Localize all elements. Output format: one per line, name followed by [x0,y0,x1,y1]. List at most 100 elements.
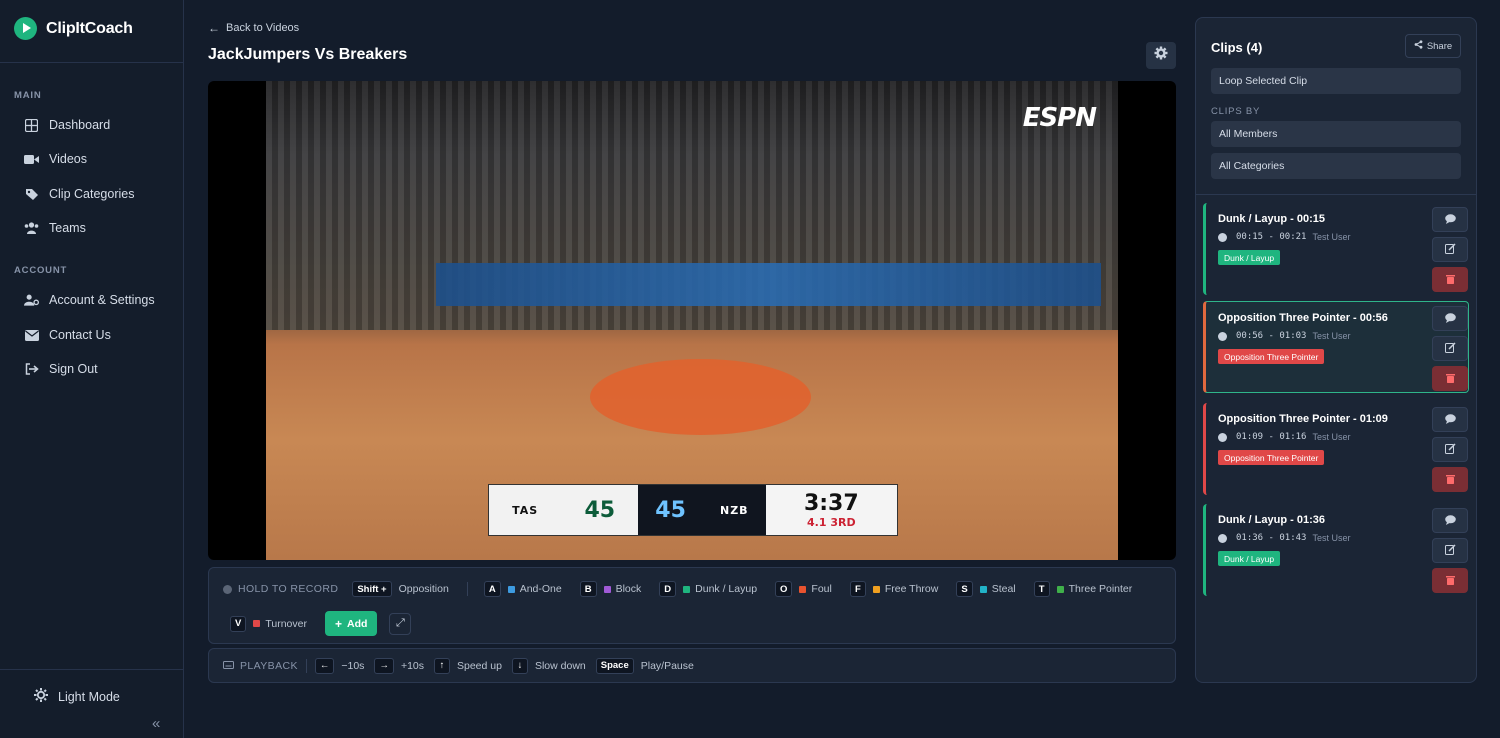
expand-icon: ⤢ [396,617,405,629]
hotkey-opposition[interactable]: Shift + Opposition [352,581,449,597]
delete-button[interactable] [1432,568,1468,593]
trash-icon [1445,370,1455,388]
edit-button[interactable] [1432,437,1468,462]
broadcaster-watermark: ESPN [1022,103,1097,133]
grid-icon [24,118,39,132]
back-to-videos-link[interactable]: ← Back to Videos [208,21,299,35]
members-filter-select[interactable]: All Members [1211,121,1461,147]
slow-down-label: Slow down [534,659,586,672]
clip-title: Dunk / Layup - 01:36 [1218,514,1325,526]
nav-clip-categories-label: Clip Categories [49,187,135,201]
delete-button[interactable] [1432,467,1468,492]
clips-title: Clips (4) [1211,40,1263,55]
nav-videos[interactable]: Videos [24,152,87,166]
nav-clip-categories[interactable]: Clip Categories [24,187,134,201]
clip-start: 00:56 [1236,331,1264,341]
clip-category-tag: Opposition Three Pointer [1218,450,1325,465]
key-f: F [849,581,866,597]
hotkey-free-throw[interactable]: F Free Throw [849,581,938,597]
clip-card[interactable]: Opposition Three Pointer - 01:09 01:09 -… [1203,403,1469,495]
clip-end: 01:03 [1279,331,1307,341]
clip-card-selected[interactable]: Opposition Three Pointer - 00:56 00:56 -… [1203,301,1469,393]
edit-button[interactable] [1432,336,1468,361]
record-dot-icon [223,584,232,594]
hotkey-block[interactable]: B Block [579,581,641,597]
playback-label-group: PLAYBACK [223,660,298,672]
nav-contact-us[interactable]: Contact Us [24,328,111,342]
hotkey-foul[interactable]: O Foul [775,581,832,597]
key-d: D [659,581,677,597]
clip-card[interactable]: Dunk / Layup - 01:36 01:36 - 01:43 Test … [1203,504,1469,596]
hotkey-three-pointer[interactable]: T Three Pointer [1033,581,1132,597]
nav-dashboard[interactable]: Dashboard [24,118,110,132]
playback-shortcuts: PLAYBACK ← −10s → +10s ↑ Speed up ↓ Slow dow… [208,648,1176,683]
shortcut-forward[interactable]: → +10s [374,657,424,674]
court-logo [589,358,812,436]
key-a: A [483,581,501,597]
key-up: ↑ [434,657,450,674]
envelope-icon [24,328,39,342]
comment-button[interactable] [1432,306,1468,331]
collapse-sidebar-button[interactable]: « [152,715,160,732]
light-mode-toggle[interactable]: Light Mode [34,688,120,705]
clip-time-range: 01:09 - 01:16 Test User [1218,432,1350,442]
delete-button[interactable] [1432,366,1468,391]
comment-icon [1444,310,1456,328]
hold-label: HOLD TO RECORD [238,583,339,595]
key-b: B [579,581,597,597]
dunk-color-swatch [683,585,691,593]
clock-icon [1218,533,1227,543]
nav-sign-out[interactable]: Sign Out [24,362,98,376]
home-score: 45 [584,497,616,523]
section-main: MAIN [14,90,42,101]
clock-icon [1218,432,1227,442]
settings-button[interactable] [1146,42,1176,69]
and-one-label: And-One [519,583,562,595]
clip-end: 00:21 [1279,232,1307,242]
nav-sign-out-label: Sign Out [49,362,98,376]
share-button[interactable]: Share [1405,34,1461,58]
clip-category-tag: Dunk / Layup [1218,250,1281,265]
add-category-button[interactable]: + Add [324,611,378,636]
clip-category-tag: Dunk / Layup [1218,551,1281,566]
categories-filter-select[interactable]: All Categories [1211,153,1461,179]
plus-icon: + [334,616,342,631]
shortcut-speed-up[interactable]: ↑ Speed up [434,657,502,674]
delete-button[interactable] [1432,267,1468,292]
turnover-label: Turnover [265,617,307,630]
nav-teams[interactable]: Teams [24,221,86,235]
comment-button[interactable] [1432,508,1468,533]
nav-account-settings-label: Account & Settings [49,293,155,307]
key-shift: Shift + [352,581,392,597]
clips-panel: Clips (4) Share Loop Selected Clip CLIPS… [1195,17,1477,683]
hotkey-row-2: V Turnover + Add ⤢ [230,611,412,636]
shortcut-rewind[interactable]: ← −10s [314,657,364,674]
nav-videos-label: Videos [49,152,87,166]
shortcut-play-pause[interactable]: Space Play/Pause [595,657,694,674]
comment-button[interactable] [1432,207,1468,232]
shortcut-slow-down[interactable]: ↓ Slow down [511,657,586,674]
hotkey-dunk-layup[interactable]: D Dunk / Layup [659,581,757,597]
dunk-label: Dunk / Layup [695,583,758,595]
expand-button[interactable]: ⤢ [389,612,412,635]
loop-selected-clip-button[interactable]: Loop Selected Clip [1211,68,1461,94]
game-clock: 3:37 [803,491,859,516]
free-throw-color-swatch [872,585,880,593]
hotkey-steal[interactable]: S Steal [956,581,1016,597]
comment-button[interactable] [1432,407,1468,432]
edit-button[interactable] [1432,538,1468,563]
trash-icon [1445,271,1455,289]
clip-start: 01:09 [1236,432,1264,442]
hotkey-and-one[interactable]: A And-One [483,581,562,597]
edit-button[interactable] [1432,237,1468,262]
key-o: O [775,581,793,597]
nav-account-settings[interactable]: Account & Settings [24,293,155,307]
hotkey-turnover[interactable]: V Turnover [230,615,307,632]
speed-up-label: Speed up [457,659,502,672]
clip-card[interactable]: Dunk / Layup - 00:15 00:15 - 00:21 Test … [1203,203,1469,295]
divider [0,62,184,63]
video-player[interactable]: ESPN TAS 45 45 NZB 3:37 4.1 3RD [208,81,1176,560]
brand[interactable]: ClipItCoach [14,17,133,40]
forward-label: +10s [400,659,424,672]
foul-label: Foul [811,583,832,595]
